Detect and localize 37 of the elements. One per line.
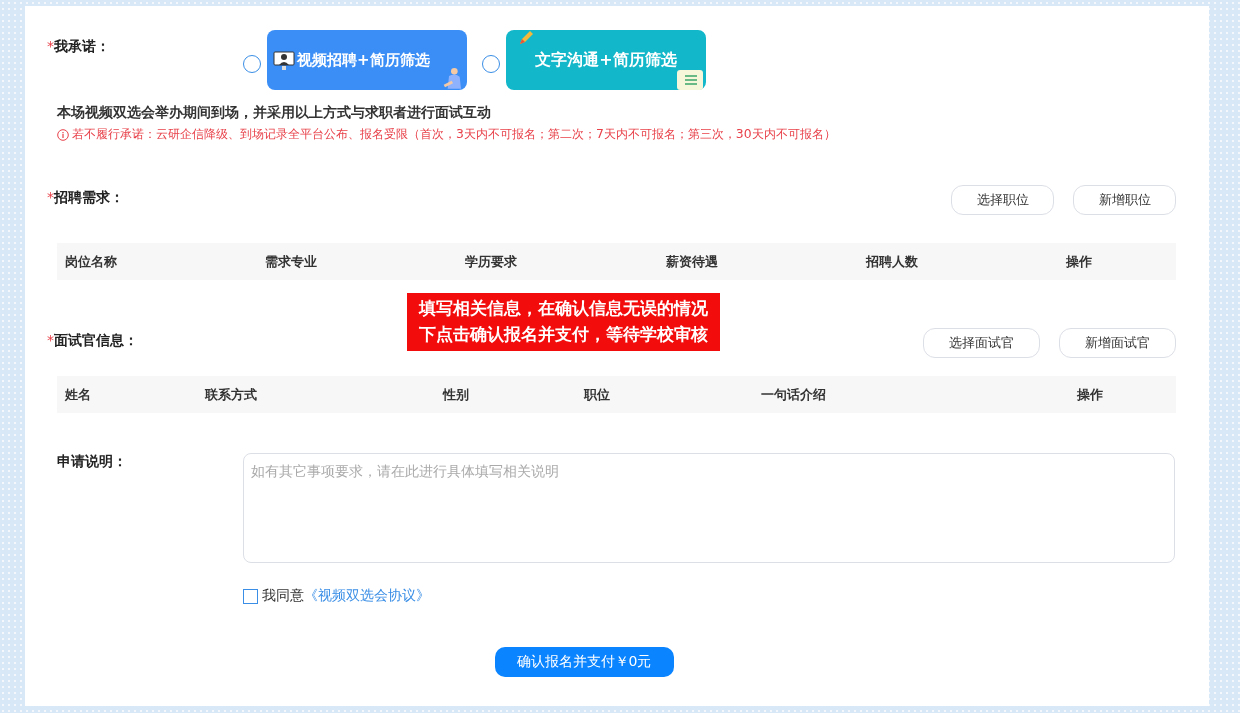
submit-button[interactable]: 确认报名并支付￥0元 bbox=[494, 647, 674, 677]
action-button[interactable]: 新增面试官 bbox=[1059, 328, 1176, 358]
column-header: 一句话介绍 bbox=[760, 385, 827, 404]
action-button[interactable]: 选择面试官 bbox=[923, 328, 1040, 358]
pledge-statement: 本场视频双选会举办期间到场，并采用以上方式与求职者进行面试互动 bbox=[57, 104, 492, 122]
field-label: 招聘需求： bbox=[54, 189, 124, 205]
column-header: 操作 bbox=[1065, 252, 1093, 271]
column-header: 职位 bbox=[584, 385, 612, 404]
option-label: 视频招聘+简历筛选 bbox=[297, 50, 430, 70]
checkbox[interactable] bbox=[243, 588, 258, 604]
option-label: 文字沟通+简历筛选 bbox=[535, 49, 677, 71]
description-field[interactable]: 如有其它事项要求，请在此进行具体填写相关说明 bbox=[243, 453, 1175, 563]
column-header: 岗位名称 bbox=[65, 252, 118, 271]
column-header: 联系方式 bbox=[205, 385, 259, 404]
action-button[interactable]: 新增职位 bbox=[1073, 185, 1176, 215]
action-button[interactable]: 选择职位 bbox=[951, 185, 1054, 215]
field-label: 面试官信息： bbox=[54, 332, 138, 348]
column-header: 性别 bbox=[443, 385, 471, 404]
pencil-icon bbox=[518, 30, 534, 46]
column-header: 学历要求 bbox=[465, 252, 519, 271]
callout-note: 填写相关信息，在确认信息无误的情况 下点击确认报名并支付，等待学校审核 bbox=[407, 293, 720, 351]
required-mark: * bbox=[47, 189, 54, 205]
monitor-icon bbox=[273, 49, 295, 71]
field-label: 我承诺： bbox=[54, 38, 110, 54]
required-mark: * bbox=[47, 38, 54, 54]
field-label: 申请说明： bbox=[57, 453, 127, 469]
required-mark: * bbox=[47, 332, 54, 348]
column-header: 招聘人数 bbox=[865, 252, 919, 271]
note-icon bbox=[677, 70, 703, 90]
warning-message: 若不履行承诺：云研企信降级、到场记录全平台公布、报名受限（首次，3天内不可报名；第二次；7天内不可报名；第三次，30天内不可报名） bbox=[72, 126, 836, 143]
agreement-link[interactable]: 《视频双选会协议》 bbox=[304, 587, 430, 605]
column-header: 需求专业 bbox=[265, 252, 319, 271]
column-header: 姓名 bbox=[65, 385, 92, 404]
agreement-text: 我同意 bbox=[262, 587, 304, 605]
info-icon bbox=[57, 128, 69, 141]
column-header: 薪资待遇 bbox=[665, 252, 719, 271]
column-header: 操作 bbox=[1076, 385, 1104, 404]
